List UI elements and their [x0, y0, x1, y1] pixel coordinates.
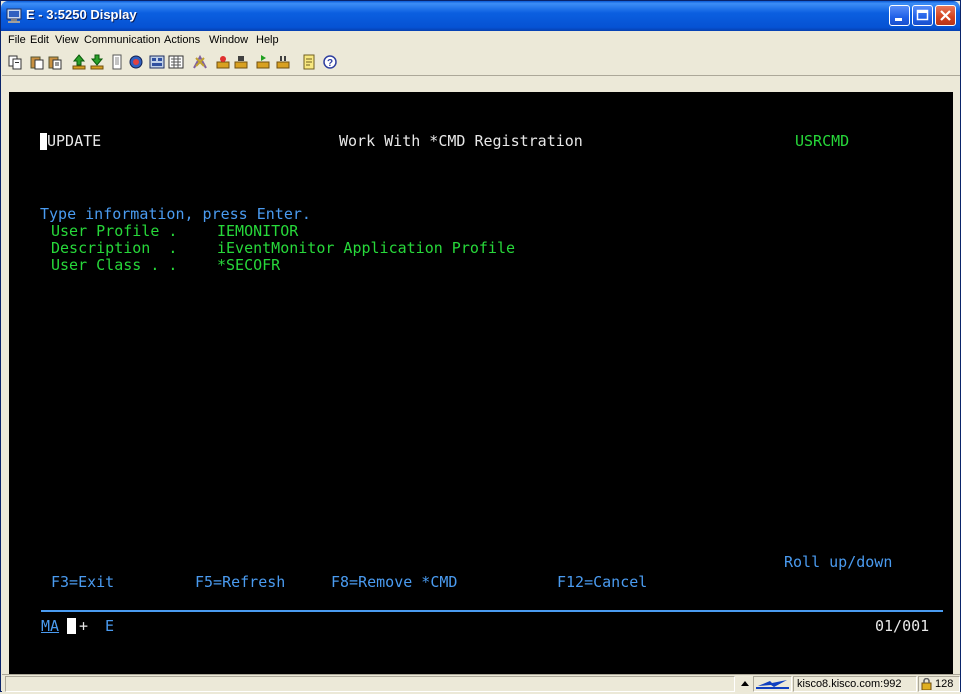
f8-remove-cmd-key[interactable]: F8=Remove *CMD: [331, 574, 457, 591]
maximize-button[interactable]: [912, 5, 933, 26]
roll-hint: Roll up/down: [784, 553, 893, 571]
keypad-icon[interactable]: [149, 54, 165, 70]
menu-help[interactable]: Help: [256, 34, 279, 46]
oia-input-inhibit-block: [67, 618, 76, 634]
program-name: UPDATE: [47, 132, 102, 150]
status-panel-message: [5, 676, 735, 692]
minimize-button[interactable]: [889, 5, 910, 26]
menu-file[interactable]: File: [8, 34, 26, 46]
status-bar: kisco8.kisco.com:992 128: [2, 674, 960, 693]
f12-cancel-key[interactable]: F12=Cancel: [557, 574, 647, 591]
send-file-icon[interactable]: [71, 54, 87, 70]
user-profile-label: User Profile .: [51, 222, 178, 240]
status-panel-host: kisco8.kisco.com:992: [793, 676, 917, 692]
status-panel-connection: [753, 676, 792, 692]
minimize-icon: [895, 18, 902, 21]
menu-communication[interactable]: Communication: [84, 34, 160, 46]
menu-view[interactable]: View: [55, 34, 79, 46]
play-macro-icon[interactable]: [255, 54, 271, 70]
instruction-text: Type information, press Enter.: [40, 205, 311, 223]
receive-file-icon[interactable]: [89, 54, 105, 70]
menu-bar: File Edit View Communication Actions Win…: [2, 31, 960, 49]
scroll-up-arrow-icon[interactable]: [741, 680, 749, 687]
session-number: 128: [935, 678, 954, 690]
title-bar[interactable]: E - 3:5250 Display: [1, 1, 960, 31]
paste-next-icon[interactable]: [47, 54, 63, 70]
record-macro-icon[interactable]: [215, 54, 231, 70]
user-class-label: User Class . .: [51, 256, 178, 274]
oia-separator: [41, 610, 943, 612]
terminal-app-icon: [6, 8, 22, 23]
cursor-position: 01/001: [875, 617, 930, 635]
f5-refresh-key[interactable]: F5=Refresh: [195, 574, 285, 591]
settings-icon[interactable]: [168, 54, 184, 70]
host-address: kisco8.kisco.com:992: [797, 678, 902, 690]
print-icon[interactable]: [109, 54, 125, 70]
svg-text:?: ?: [327, 58, 333, 69]
pause-macro-icon[interactable]: [275, 54, 291, 70]
emulator-window: E - 3:5250 Display File Edit View Commun…: [0, 0, 961, 693]
display-icon[interactable]: [128, 54, 144, 70]
oia-ma-indicator: MA: [41, 617, 60, 635]
oia-e-indicator: E: [105, 617, 115, 635]
close-button[interactable]: [935, 5, 956, 26]
window-title: E - 3:5250 Display: [26, 7, 137, 22]
user-class-field[interactable]: *SECOFR: [217, 257, 280, 274]
oia-plus-indicator: +: [79, 617, 89, 635]
maximize-icon: [916, 9, 929, 21]
screen-id: USRCMD: [795, 132, 850, 150]
close-icon: [940, 10, 951, 21]
paste-icon[interactable]: [29, 54, 45, 70]
user-profile-field[interactable]: IEMONITOR: [217, 223, 298, 240]
toolbar: ?: [2, 49, 960, 76]
lock-icon: [921, 678, 932, 690]
menu-edit[interactable]: Edit: [30, 34, 49, 46]
description-label: Description .: [51, 239, 178, 257]
notes-icon[interactable]: [301, 54, 317, 70]
help-icon[interactable]: ?: [322, 54, 338, 70]
macro-icon[interactable]: [192, 54, 208, 70]
terminal-screen[interactable]: UPDATE Work With *CMD Registration USRCM…: [9, 92, 953, 674]
connection-lightning-icon: [756, 680, 789, 689]
menu-actions[interactable]: Actions: [164, 34, 200, 46]
copy-icon[interactable]: [7, 54, 23, 70]
stop-macro-icon[interactable]: [233, 54, 249, 70]
f3-exit-key[interactable]: F3=Exit: [51, 574, 114, 591]
screen-title: Work With *CMD Registration: [339, 132, 583, 150]
menu-window[interactable]: Window: [209, 34, 248, 46]
status-panel-session: 128: [918, 676, 960, 692]
text-cursor: [40, 133, 47, 150]
description-field[interactable]: iEventMonitor Application Profile: [217, 240, 515, 257]
